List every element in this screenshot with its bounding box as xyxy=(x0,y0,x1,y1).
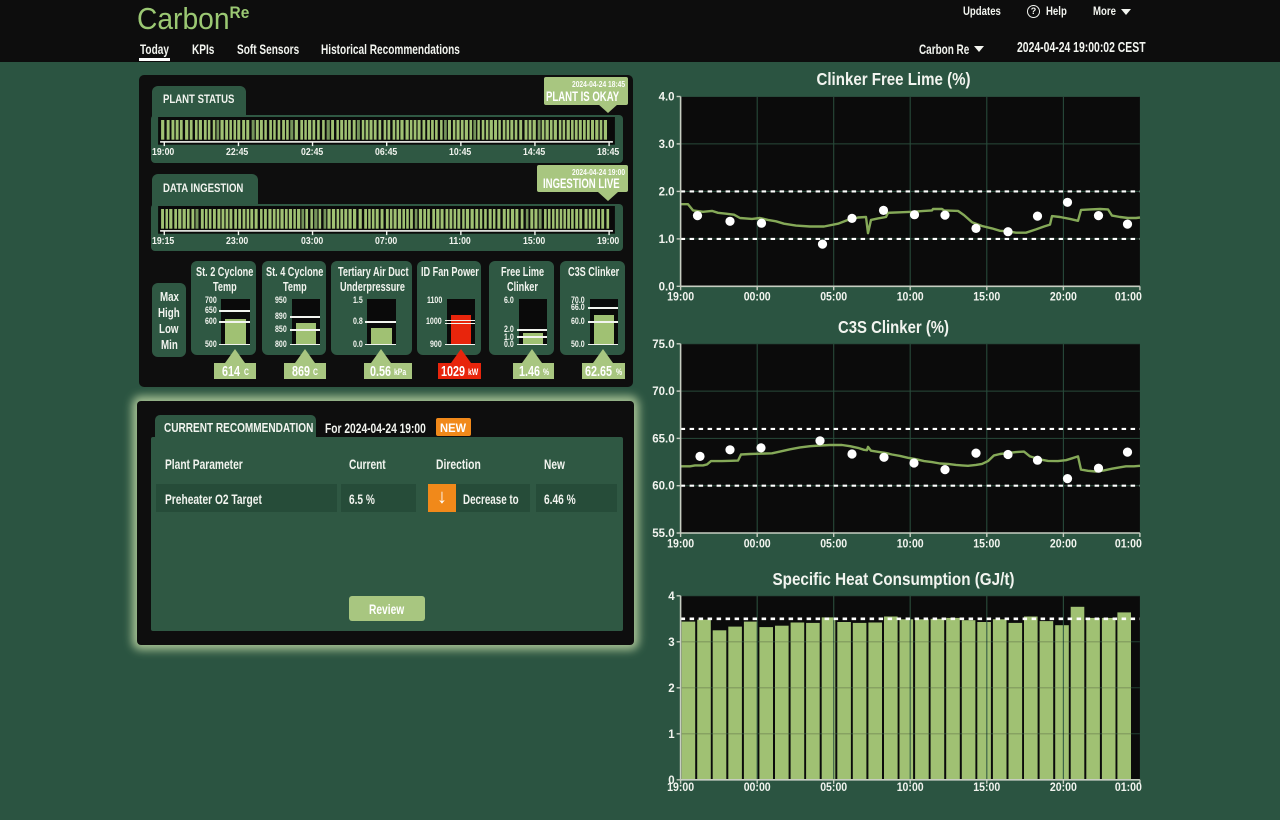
svg-text:01:00: 01:00 xyxy=(1115,782,1142,794)
svg-text:20:00: 20:00 xyxy=(1050,292,1077,304)
svg-text:20:00: 20:00 xyxy=(1050,539,1077,551)
svg-text:01:00: 01:00 xyxy=(1115,539,1142,551)
svg-text:10:00: 10:00 xyxy=(897,539,924,551)
svg-text:15:00: 15:00 xyxy=(973,539,1000,551)
svg-text:01:00: 01:00 xyxy=(1115,292,1142,304)
svg-text:05:00: 05:00 xyxy=(820,539,847,551)
svg-text:15:00: 15:00 xyxy=(973,782,1000,794)
svg-text:Specific Heat Consumption (GJ/: Specific Heat Consumption (GJ/t) xyxy=(773,569,1015,589)
svg-text:3: 3 xyxy=(668,637,674,649)
svg-text:C3S Clinker (%): C3S Clinker (%) xyxy=(838,317,949,337)
svg-text:65.0: 65.0 xyxy=(652,433,674,445)
svg-text:05:00: 05:00 xyxy=(820,782,847,794)
svg-text:05:00: 05:00 xyxy=(820,292,847,304)
svg-text:15:00: 15:00 xyxy=(973,292,1000,304)
svg-text:70.0: 70.0 xyxy=(652,386,674,398)
svg-text:00:00: 00:00 xyxy=(744,539,771,551)
svg-text:10:00: 10:00 xyxy=(897,782,924,794)
svg-text:19:00: 19:00 xyxy=(667,539,694,551)
svg-text:4.0: 4.0 xyxy=(659,92,675,104)
svg-text:60.0: 60.0 xyxy=(652,481,674,493)
svg-text:1.0: 1.0 xyxy=(659,234,675,246)
svg-text:2: 2 xyxy=(668,683,674,695)
svg-text:1: 1 xyxy=(668,729,675,741)
svg-text:00:00: 00:00 xyxy=(744,292,771,304)
svg-text:75.0: 75.0 xyxy=(652,339,674,351)
svg-text:3.0: 3.0 xyxy=(659,139,675,151)
svg-text:2.0: 2.0 xyxy=(659,186,675,198)
svg-text:20:00: 20:00 xyxy=(1050,782,1077,794)
svg-text:19:00: 19:00 xyxy=(667,292,694,304)
svg-text:10:00: 10:00 xyxy=(897,292,924,304)
svg-text:00:00: 00:00 xyxy=(744,782,771,794)
svg-text:19:00: 19:00 xyxy=(667,782,694,794)
svg-text:Clinker Free Lime (%): Clinker Free Lime (%) xyxy=(817,69,971,89)
svg-text:4: 4 xyxy=(668,591,675,603)
